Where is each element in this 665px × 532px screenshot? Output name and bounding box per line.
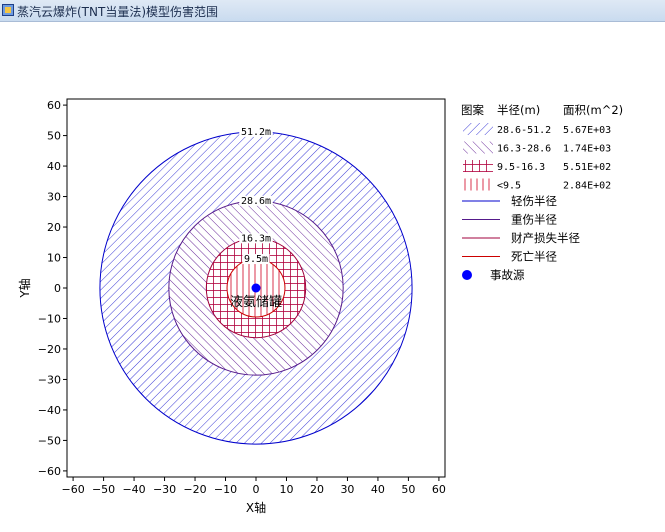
x-tick-label-12: 60	[432, 483, 446, 496]
x-tick-label-6: 0	[253, 483, 260, 496]
x-tick-label-8: 20	[310, 483, 324, 496]
legend-swatch-2	[463, 160, 493, 172]
radius-label-1: 28.6m	[241, 196, 271, 207]
legend-range-2: 9.5-16.3	[497, 162, 545, 173]
legend-area-0: 5.67E+03	[563, 125, 611, 136]
y-tick-label-2: −40	[38, 404, 61, 417]
legend-swatch-0	[463, 123, 493, 135]
y-tick-label-4: −20	[38, 343, 61, 356]
accident-source-marker	[251, 283, 261, 293]
legend-area-3: 2.84E+02	[563, 181, 611, 192]
y-tick-label-3: −30	[38, 373, 61, 386]
legend-line-label-0: 轻伤半径	[511, 194, 557, 208]
y-tick-label-9: 30	[47, 191, 61, 204]
legend-source-label: 事故源	[490, 268, 525, 282]
legend-swatch-3	[463, 178, 493, 191]
legend-area-2: 5.51E+02	[563, 162, 611, 173]
legend-area-1: 1.74E+03	[563, 144, 611, 155]
legend-line-label-2: 财产损失半径	[511, 231, 580, 245]
x-tick-label-2: −40	[122, 483, 145, 496]
legend-source-marker	[462, 270, 472, 280]
x-tick-label-3: −30	[153, 483, 176, 496]
legend: 图案 半径(m) 面积(m^2) 28.6-51.2 5.67E+03 16.3-2…	[461, 103, 623, 282]
legend-line-label-3: 死亡半径	[511, 250, 557, 264]
y-tick-label-1: −50	[38, 434, 61, 447]
legend-range-0: 28.6-51.2	[497, 125, 551, 136]
x-tick-label-10: 40	[371, 483, 385, 496]
legend-range-1: 16.3-28.6	[497, 144, 551, 155]
x-tick-label-9: 30	[340, 483, 354, 496]
legend-header-radius: 半径(m)	[497, 103, 540, 117]
radius-label-2: 16.3m	[241, 233, 271, 244]
x-tick-label-5: −10	[214, 483, 237, 496]
y-tick-label-10: 40	[47, 160, 61, 173]
y-tick-label-11: 50	[47, 130, 61, 143]
y-axis-label: Y轴	[17, 278, 32, 298]
legend-range-3: <9.5	[497, 181, 521, 192]
x-tick-label-4: −20	[183, 483, 206, 496]
y-tick-label-8: 20	[47, 221, 61, 234]
radius-label-3: 9.5m	[244, 254, 268, 265]
x-tick-label-0: −60	[61, 483, 84, 496]
y-tick-label-5: −10	[38, 312, 61, 325]
y-tick-label-0: −60	[38, 465, 61, 478]
y-tick-label-6: 0	[54, 282, 61, 295]
legend-header-pattern: 图案	[461, 103, 484, 117]
x-tick-label-7: 10	[279, 483, 293, 496]
x-axis-label: X轴	[246, 500, 266, 515]
x-tick-label-1: −50	[92, 483, 115, 496]
legend-swatch-1	[463, 141, 493, 154]
x-tick-label-11: 50	[401, 483, 415, 496]
radius-label-0: 51.2m	[241, 127, 271, 138]
tank-annotation: 液氨储罐	[230, 295, 282, 310]
legend-line-label-1: 重伤半径	[511, 213, 557, 227]
legend-header-area: 面积(m^2)	[563, 103, 623, 117]
y-tick-label-7: 10	[47, 252, 61, 265]
y-tick-label-12: 60	[47, 99, 61, 112]
blast-radius-chart: 51.2m28.6m16.3m9.5m液氨储罐 −60−60−50−50−40−…	[17, 98, 623, 515]
